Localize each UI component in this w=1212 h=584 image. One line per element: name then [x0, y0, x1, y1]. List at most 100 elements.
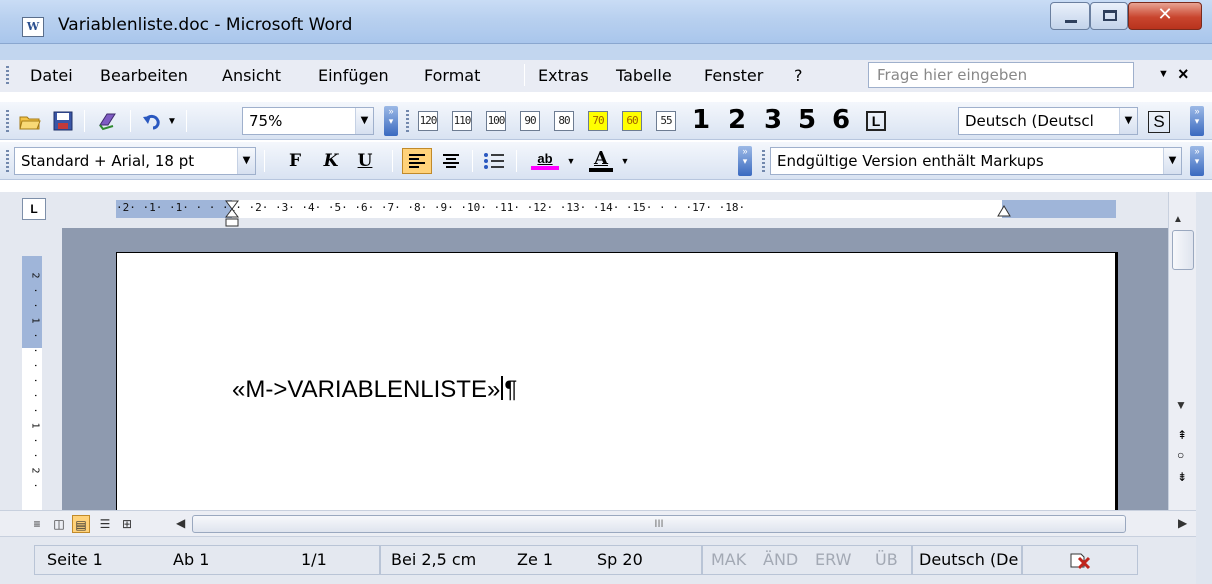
toolbar-options-icon[interactable]: » ▾: [384, 106, 398, 136]
zoom-select[interactable]: 75% ▼: [242, 107, 374, 135]
font-color-dropdown-icon[interactable]: ▼: [618, 148, 632, 174]
reading-layout-view-icon[interactable]: ⊞: [118, 515, 136, 533]
toolbar-grip-icon[interactable]: [6, 110, 9, 132]
highlight-button[interactable]: ab: [528, 148, 562, 174]
style-select[interactable]: Standard + Arial, 18 pt ▼: [14, 147, 256, 175]
next-page-icon[interactable]: ⇟: [1177, 470, 1187, 484]
browse-object-icon[interactable]: ○: [1177, 448, 1184, 462]
num-90-icon[interactable]: 90: [520, 111, 540, 131]
web-layout-view-icon[interactable]: ◫: [50, 515, 68, 533]
heading-6-button[interactable]: 6: [832, 105, 850, 135]
status-extend-selection[interactable]: ERW: [815, 546, 851, 574]
scroll-down-icon[interactable]: ▼: [1175, 398, 1187, 412]
menu-tabelle[interactable]: Tabelle: [616, 66, 672, 85]
align-center-icon: [443, 154, 459, 168]
language-select[interactable]: Deutsch (Deutscl ▼: [958, 107, 1138, 135]
chevron-down-icon[interactable]: ▼: [1163, 148, 1181, 174]
menu-grip-icon[interactable]: [6, 66, 9, 86]
num-120-icon[interactable]: 120: [418, 111, 438, 131]
toolbar-options-icon[interactable]: » ▾: [738, 146, 752, 176]
vertical-ruler-column: 2 · · 1 · · · · · · 1 · · 2 ·: [0, 228, 62, 510]
vertical-scroll-thumb[interactable]: [1172, 230, 1194, 270]
tab-selector[interactable]: L: [22, 198, 46, 220]
print-layout-view-icon[interactable]: ▤: [72, 515, 90, 533]
num-70-icon[interactable]: 70: [588, 111, 608, 131]
undo-button[interactable]: [140, 108, 164, 134]
close-button[interactable]: ✕: [1128, 2, 1202, 30]
save-button[interactable]: [50, 108, 76, 134]
maximize-button[interactable]: [1090, 2, 1128, 30]
document-text[interactable]: «M->VARIABLENLISTE» ¶: [232, 376, 517, 404]
markup-view-select[interactable]: Endgültige Version enthält Markups ▼: [770, 147, 1182, 175]
toolbar-options-icon[interactable]: » ▾: [1190, 146, 1204, 176]
menu-bearbeiten[interactable]: Bearbeiten: [100, 66, 188, 85]
num-110-icon[interactable]: 110: [452, 111, 472, 131]
vertical-ruler-mark: ·: [29, 482, 41, 489]
status-language[interactable]: Deutsch (De: [912, 545, 1022, 575]
align-center-button[interactable]: [438, 148, 464, 174]
toolbar-grip-icon[interactable]: [406, 110, 409, 132]
spelling-button[interactable]: [94, 108, 122, 134]
num-80-icon[interactable]: 80: [554, 111, 574, 131]
right-indent-marker-icon[interactable]: [996, 202, 1012, 218]
num-55-icon[interactable]: 55: [656, 111, 676, 131]
vertical-ruler[interactable]: 2 · · 1 · · · · · · 1 · · 2 ·: [22, 256, 42, 510]
title-bar[interactable]: W Variablenliste.doc - Microsoft Word ✕: [0, 0, 1212, 44]
outline-view-icon[interactable]: ☰: [96, 515, 114, 533]
menu-ansicht[interactable]: Ansicht: [222, 66, 281, 85]
normal-view-icon[interactable]: ≡: [28, 515, 46, 533]
vertical-ruler-mark: ·: [29, 452, 41, 459]
menu-einfuegen[interactable]: Einfügen: [318, 66, 389, 85]
heading-2-button[interactable]: 2: [728, 105, 746, 135]
vertical-scrollbar[interactable]: ▲ ▼ ⇞ ○ ⇟: [1168, 192, 1196, 510]
menu-format[interactable]: Format: [424, 66, 480, 85]
underline-button[interactable]: U: [354, 148, 376, 174]
scroll-right-icon[interactable]: ▶: [1178, 516, 1187, 530]
align-left-button[interactable]: [402, 148, 432, 174]
ruler-numbers: ·2· ·1· ·1· · · ·1· ·2· ·3· ·4· ·5· ·6· …: [116, 201, 746, 214]
chevron-down-icon[interactable]: ▼: [1119, 108, 1137, 134]
italic-button[interactable]: K: [320, 148, 342, 174]
toolbar-options-icon[interactable]: » ▾: [1190, 106, 1204, 136]
open-button[interactable]: [16, 108, 44, 134]
chevron-down-icon[interactable]: ▼: [355, 108, 373, 134]
minimize-button[interactable]: [1050, 2, 1090, 30]
indent-marker-icon[interactable]: [224, 200, 240, 228]
status-macro-record[interactable]: MAK: [711, 546, 746, 574]
toolbar-grip-icon[interactable]: [762, 150, 765, 172]
menu-help[interactable]: ?: [794, 66, 803, 85]
help-search-input[interactable]: Frage hier eingeben: [868, 62, 1134, 88]
word-document-icon[interactable]: W: [22, 17, 44, 37]
highlight-color-bar: [531, 166, 559, 170]
status-overtype[interactable]: ÜB: [875, 546, 898, 574]
num-60-icon[interactable]: 60: [622, 111, 642, 131]
previous-page-icon[interactable]: ⇞: [1177, 428, 1187, 442]
heading-1-button[interactable]: 1: [692, 105, 710, 135]
merge-field-text[interactable]: «M->VARIABLENLISTE»: [232, 376, 500, 403]
horizontal-ruler[interactable]: ·2· ·1· ·1· · · ·1· ·2· ·3· ·4· ·5· ·6· …: [116, 200, 1116, 227]
menu-datei[interactable]: Datei: [30, 66, 73, 85]
heading-5-button[interactable]: 5: [798, 105, 816, 135]
toolbar-separator: [130, 110, 131, 132]
spelling-status-icon[interactable]: [1069, 550, 1093, 570]
toolbar-grip-icon[interactable]: [6, 150, 9, 172]
chevron-down-icon[interactable]: ▼: [237, 148, 255, 174]
undo-dropdown-icon[interactable]: ▼: [164, 108, 180, 134]
bold-button[interactable]: F: [284, 148, 306, 174]
ruler-row: L ·2· ·1· ·1· · · ·1· ·2· ·3· ·4· ·5· ·6…: [0, 192, 1168, 228]
l-button[interactable]: L: [866, 111, 886, 131]
s-button[interactable]: S: [1148, 111, 1170, 133]
scroll-left-icon[interactable]: ◀: [176, 516, 185, 530]
heading-3-button[interactable]: 3: [764, 105, 782, 135]
status-track-changes[interactable]: ÄND: [763, 546, 798, 574]
font-color-button[interactable]: A: [586, 148, 616, 174]
bullets-button[interactable]: [480, 148, 508, 174]
document-close-button[interactable]: ×: [1178, 64, 1189, 85]
menu-fenster[interactable]: Fenster: [704, 66, 763, 85]
menu-options-icon[interactable]: ▼: [1158, 68, 1169, 80]
num-100-icon[interactable]: 100: [486, 111, 506, 131]
horizontal-scroll-thumb[interactable]: III: [192, 515, 1126, 533]
highlight-dropdown-icon[interactable]: ▼: [564, 148, 578, 174]
scroll-up-icon[interactable]: ▲: [1173, 214, 1183, 225]
menu-extras[interactable]: Extras: [538, 66, 589, 85]
